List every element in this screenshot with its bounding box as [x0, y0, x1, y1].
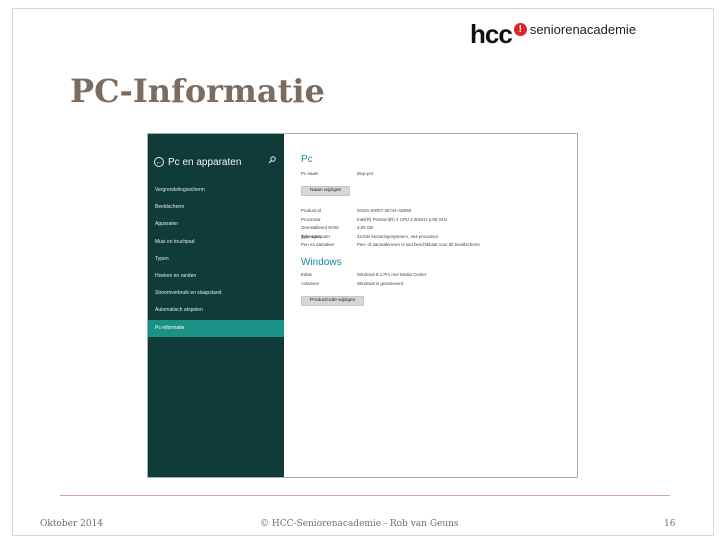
pc-name-row: Pc-naam dtop-pr4	[301, 170, 577, 178]
section-heading-pc: Pc	[301, 154, 313, 165]
section-heading-windows: Windows	[301, 257, 342, 269]
windows-label: Activeren	[301, 280, 320, 286]
windows-value: Windows 8.1 Pro met Media Center	[357, 272, 427, 278]
rename-pc-button[interactable]: Naam wijzigen	[301, 186, 351, 197]
sidebar-header: ← Pc en apparaten	[148, 151, 284, 173]
spec-row: Type computer 32-bits besturingssysteem,…	[301, 233, 577, 241]
pc-name-value: dtop-pr4	[357, 171, 374, 176]
logo-dot-icon: !	[513, 22, 527, 36]
windows-row: Activeren Windows is geactiveerd	[301, 280, 577, 288]
logo-subtitle: seniorenacademie	[529, 21, 637, 37]
pc-name-label: Pc-naam	[301, 171, 319, 176]
spec-value: 3,00 GB	[357, 225, 374, 231]
sidebar-item-beeldscherm[interactable]: Beeldscherm	[148, 199, 284, 216]
back-arrow-icon[interactable]: ←	[154, 157, 164, 167]
search-icon[interactable]	[268, 156, 276, 164]
windows-row: Editie Windows 8.1 Pro met Media Center	[301, 271, 577, 279]
slide: hcc ! seniorenacademie PC-Informatie ← P…	[0, 0, 722, 544]
spec-row: Product-id 00181-00007-35744-AB063	[301, 207, 577, 215]
sidebar-item-apparaten[interactable]: Apparaten	[148, 216, 284, 233]
spec-label: Type computer	[301, 233, 331, 239]
footer-divider	[60, 495, 670, 496]
sidebar-item-automatisch-afspelen[interactable]: Automatisch afspelen	[148, 302, 284, 319]
hcc-logo: hcc ! seniorenacademie	[470, 20, 636, 48]
sidebar-item-hoeken-randen[interactable]: Hoeken en randen	[148, 268, 284, 285]
spec-row: Processor Intel(R) Pentium(R) 4 CPU 3.00…	[301, 216, 577, 224]
spec-value: 00181-00007-35744-AB063	[357, 208, 412, 214]
spec-value: Intel(R) Pentium(R) 4 CPU 3.00GHz 2.99 G…	[357, 216, 448, 222]
spec-value: Pen- of aanraakinvoer is niet beschikbaa…	[357, 241, 480, 247]
sidebar-item-vergrendelingsscherm[interactable]: Vergrendelingsscherm	[148, 182, 284, 199]
pc-info-screenshot: ← Pc en apparaten Vergrendelingsscherm B…	[147, 133, 578, 478]
spec-label: Pen en aanraken	[301, 241, 335, 247]
sidebar-items: Vergrendelingsscherm Beeldscherm Apparat…	[148, 182, 284, 337]
spec-row: Pen en aanraken Pen- of aanraakinvoer is…	[301, 241, 577, 249]
spec-label: Product-id	[301, 208, 322, 214]
spec-value: 32-bits besturingssysteem, x64-processor	[357, 233, 439, 239]
sidebar-item-typen[interactable]: Typen	[148, 251, 284, 268]
sidebar-item-muis-touchpad[interactable]: Muis en touchpad	[148, 234, 284, 251]
slide-title: PC-Informatie	[70, 72, 325, 110]
footer-copyright: © HCC-Seniorenacademie - Rob van Geuns	[260, 519, 459, 529]
sidebar-item-stroomverbruik[interactable]: Stroomverbruik en slaapstand	[148, 285, 284, 302]
settings-content: Pc Pc-naam dtop-pr4 Naam wijzigen Produc…	[284, 134, 577, 477]
sidebar-item-pc-informatie[interactable]: Pc-informatie	[148, 319, 284, 337]
settings-sidebar: ← Pc en apparaten Vergrendelingsscherm B…	[148, 134, 284, 477]
logo-brand: hcc	[470, 19, 513, 49]
footer-date: Oktober 2014	[40, 519, 104, 529]
windows-label: Editie	[301, 272, 312, 278]
windows-value: Windows is geactiveerd	[357, 280, 404, 286]
sidebar-title: Pc en apparaten	[168, 156, 242, 168]
spec-label: Geïnstalleerd RAM-geheugen	[301, 225, 340, 239]
spec-row: Geïnstalleerd RAM-geheugen 3,00 GB	[301, 224, 577, 239]
page-number: 16	[664, 519, 676, 529]
change-product-key-button[interactable]: Productcode wijzigen	[301, 296, 365, 307]
spec-label: Processor	[301, 216, 321, 222]
